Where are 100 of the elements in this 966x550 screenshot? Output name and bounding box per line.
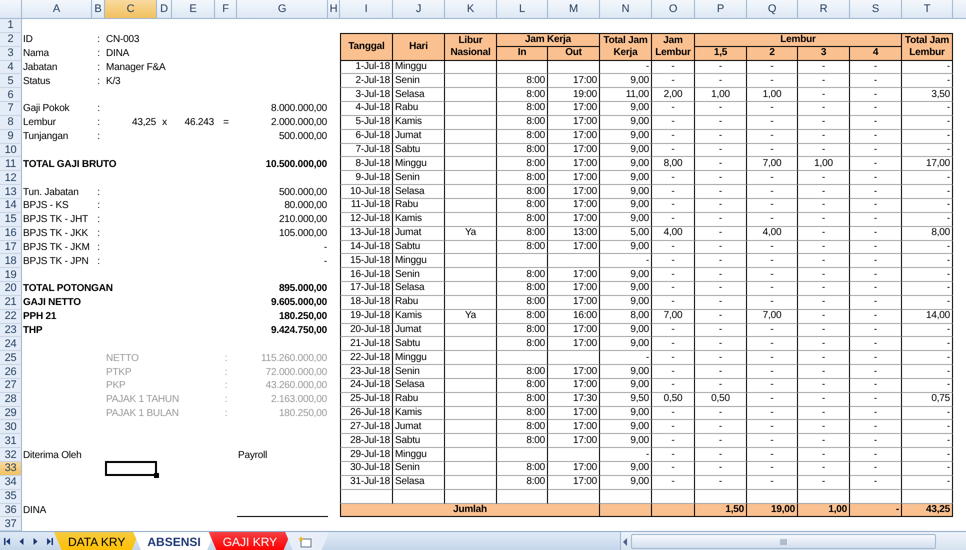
row-header[interactable]: 20	[0, 282, 22, 296]
table-cell: -	[798, 448, 850, 462]
row-header[interactable]: 1	[0, 19, 22, 33]
table-cell: -	[798, 212, 850, 227]
scroll-left-icon[interactable]	[621, 536, 629, 546]
row-header[interactable]: 4	[0, 60, 22, 74]
row-header[interactable]: 15	[0, 212, 22, 227]
row-header[interactable]: 36	[0, 504, 22, 518]
row-header[interactable]: 19	[0, 268, 22, 282]
row-header[interactable]: 16	[0, 226, 22, 240]
row-header[interactable]: 31	[0, 434, 22, 448]
table-cell: 9,00	[600, 420, 652, 434]
table-cell: 5,00	[600, 226, 652, 240]
table-cell: -	[850, 144, 902, 158]
row-header[interactable]: 6	[0, 88, 22, 102]
table-cell: 17:00	[548, 144, 600, 158]
table-cell: 2,00	[652, 88, 695, 102]
column-header[interactable]: K	[445, 0, 497, 19]
table-cell: -	[747, 448, 798, 462]
row-header[interactable]: 2	[0, 32, 22, 47]
column-header[interactable]: B	[92, 0, 105, 19]
row-header[interactable]: 22	[0, 310, 22, 324]
table-cell: -	[652, 282, 695, 296]
row-header[interactable]: 8	[0, 116, 22, 130]
row-header[interactable]: 14	[0, 198, 22, 213]
row-header[interactable]: 5	[0, 74, 22, 88]
column-header[interactable]: G	[237, 0, 328, 19]
column-header[interactable]: R	[798, 0, 850, 19]
row-header[interactable]: 37	[0, 517, 22, 531]
deduction-label: BPJS TK - JKM	[22, 240, 91, 254]
table-cell: -	[695, 240, 747, 254]
table-cell: -	[850, 351, 902, 366]
tax-amount: 115.260.000,00	[260, 352, 328, 365]
row-header[interactable]: 18	[0, 254, 22, 268]
column-header[interactable]: E	[172, 0, 215, 19]
column-header[interactable]: T	[902, 0, 953, 19]
column-header[interactable]: F	[215, 0, 237, 19]
row-header[interactable]: 29	[0, 406, 22, 420]
horizontal-scrollbar[interactable]	[620, 532, 966, 550]
table-cell: 9,00	[600, 144, 652, 158]
row-header[interactable]: 23	[0, 324, 22, 338]
row-header[interactable]: 7	[0, 102, 22, 116]
column-header[interactable]: S	[850, 0, 902, 19]
row-header[interactable]: 35	[0, 490, 22, 504]
column-header[interactable]: H	[328, 0, 340, 19]
insert-sheet-button[interactable]	[285, 532, 330, 550]
table-cell: Minggu	[393, 254, 445, 268]
column-header[interactable]: O	[652, 0, 695, 19]
scroll-thumb[interactable]	[631, 534, 936, 549]
table-cell: 8,00	[600, 310, 652, 324]
column-header[interactable]: D	[157, 0, 172, 19]
table-cell: Senin	[393, 171, 445, 186]
cell-cursor[interactable]	[105, 461, 157, 476]
table-cell: -	[798, 476, 850, 490]
column-header[interactable]: A	[22, 0, 92, 19]
tax-amount: 2.163.000,00	[270, 393, 328, 406]
row-header[interactable]: 28	[0, 392, 22, 407]
table-cell: -	[902, 185, 953, 199]
table-cell: -	[850, 310, 902, 324]
column-header[interactable]: M	[548, 0, 600, 19]
table-cell: -	[652, 240, 695, 254]
row-header[interactable]: 10	[0, 144, 22, 158]
table-cell: -	[902, 448, 953, 462]
row-header[interactable]: 30	[0, 420, 22, 434]
column-header[interactable]: I	[340, 0, 393, 19]
row-header[interactable]: 11	[0, 157, 22, 172]
table-cell: -	[798, 392, 850, 407]
column-header[interactable]: L	[497, 0, 548, 19]
table-cell: Rabu	[393, 392, 445, 407]
table-cell: -	[695, 406, 747, 420]
column-header[interactable]: N	[600, 0, 652, 19]
row-header[interactable]: 17	[0, 240, 22, 254]
row-header[interactable]: 21	[0, 296, 22, 310]
table-cell: 8:00	[497, 268, 548, 282]
row-header[interactable]: 34	[0, 476, 22, 490]
row-header[interactable]: 27	[0, 378, 22, 393]
row-header[interactable]: 12	[0, 171, 22, 186]
table-cell: -	[747, 476, 798, 490]
row-header[interactable]: 33	[0, 462, 22, 476]
row-header[interactable]: 32	[0, 448, 22, 462]
table-cell: 17:00	[548, 378, 600, 393]
table-cell: -	[850, 171, 902, 186]
table-cell: -	[695, 226, 747, 240]
row-header[interactable]: 25	[0, 351, 22, 366]
table-cell: -	[652, 116, 695, 130]
table-cell: -	[747, 240, 798, 254]
field-label: Nama	[22, 47, 50, 60]
column-header[interactable]: Q	[747, 0, 798, 19]
column-header[interactable]: P	[695, 0, 747, 19]
row-header[interactable]: 3	[0, 46, 22, 61]
separator: :	[96, 227, 101, 240]
row-header[interactable]: 26	[0, 365, 22, 379]
table-cell: -	[850, 157, 902, 172]
column-header[interactable]: J	[393, 0, 445, 19]
field-value: Manager F&A	[105, 60, 166, 74]
row-header[interactable]: 13	[0, 185, 22, 199]
table-cell: 8:00	[497, 324, 548, 338]
row-header[interactable]: 24	[0, 337, 22, 352]
column-header[interactable]: C	[105, 0, 157, 19]
row-header[interactable]: 9	[0, 130, 22, 144]
